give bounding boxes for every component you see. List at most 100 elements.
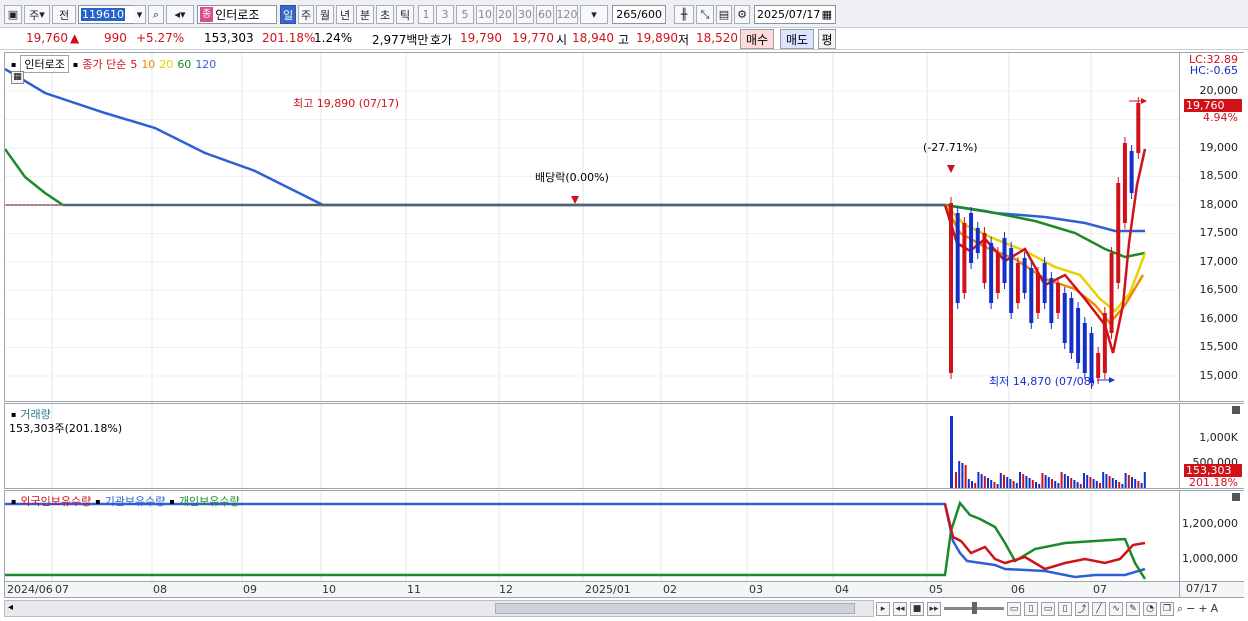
copy-icon[interactable]: ❐ xyxy=(1160,601,1174,616)
zoom-slider-handle[interactable] xyxy=(972,602,977,614)
save-icon[interactable]: ▤ xyxy=(716,5,732,24)
holding-chart-panel[interactable]: ▪ 외국인보유수량 ▪ 기관보유수량 ▪ 개인보유수량 xyxy=(4,490,1180,582)
stop-icon[interactable]: ■ xyxy=(910,601,924,616)
volume-chart-canvas[interactable] xyxy=(5,404,1179,488)
zoom-in-icon[interactable]: + xyxy=(1198,602,1207,615)
date-tick: 2025/01 xyxy=(585,583,631,596)
drawing-icon[interactable]: ⤡ xyxy=(696,5,714,24)
y-tick: 16,000 xyxy=(1199,312,1239,325)
legend-marker-icon: ▪ xyxy=(11,409,17,419)
price-axis[interactable]: LC:32.89 HC:-0.65 20,000 19,000 18,500 1… xyxy=(1180,52,1244,402)
font-icon[interactable]: A xyxy=(1211,602,1219,615)
interval-60[interactable]: 60 xyxy=(536,5,554,24)
rewind-icon[interactable]: ◂◂ xyxy=(893,601,907,616)
curve-icon[interactable]: ∿ xyxy=(1109,601,1123,616)
prev-select[interactable]: 전 xyxy=(52,5,76,24)
scrollbar-thumb[interactable] xyxy=(495,603,855,614)
volume-bar xyxy=(1006,477,1009,488)
legend-individual[interactable]: 개인보유수량 xyxy=(179,493,240,509)
period-minute[interactable]: 분 xyxy=(356,5,374,24)
volume-bar xyxy=(1038,484,1041,488)
zoom-slider[interactable] xyxy=(944,602,1004,614)
stock-name-box[interactable]: 종 인터로조 xyxy=(197,5,277,24)
y-tick: 19,000 xyxy=(1199,141,1239,154)
layout2-icon[interactable]: ▯ xyxy=(1024,601,1038,616)
price-chart-panel[interactable]: ▪ 인터로조 ▪ 종가 단순 5 10 20 60 120 ▦ 최고 19,89… xyxy=(4,52,1180,402)
period-week[interactable]: 주 xyxy=(298,5,314,24)
chart-scrollbar[interactable]: ◂ xyxy=(4,600,874,617)
interval-120[interactable]: 120 xyxy=(556,5,578,24)
sound-icon[interactable]: ◂▾ xyxy=(166,5,194,24)
layout-icon[interactable]: ▣ xyxy=(4,5,22,24)
legend-stock-name[interactable]: 인터로조 xyxy=(20,55,69,73)
trend-icon[interactable]: ⤴ xyxy=(1075,601,1089,616)
sell-label: 매도 xyxy=(785,32,809,47)
legend-ma20[interactable]: 20 xyxy=(159,58,173,71)
layout3-icon[interactable]: ▭ xyxy=(1041,601,1055,616)
count-input[interactable]: 265/600 xyxy=(612,5,666,24)
magnifier-icon[interactable]: ⌕ xyxy=(1177,602,1183,616)
fast-forward-icon[interactable]: ▸▸ xyxy=(927,601,941,616)
period-month[interactable]: 월 xyxy=(316,5,334,24)
date-input[interactable]: 2025/07/17 ▦ xyxy=(754,5,836,24)
gear-icon[interactable]: ⚙ xyxy=(734,5,750,24)
candle-type-icon[interactable]: ╫ xyxy=(674,5,694,24)
volume-bar xyxy=(1124,473,1127,488)
trade-amount: 2,977백만 xyxy=(372,33,429,47)
line-icon[interactable]: ╱ xyxy=(1092,601,1106,616)
period-tick[interactable]: 틱 xyxy=(396,5,414,24)
interval-5[interactable]: 5 xyxy=(456,5,474,24)
zoom-out-icon[interactable]: − xyxy=(1186,602,1195,615)
period-day[interactable]: 일 xyxy=(280,5,296,24)
volume-bar xyxy=(1041,473,1044,488)
volume-bar xyxy=(1044,475,1047,488)
interval-dropdown[interactable]: ▾ xyxy=(580,5,608,24)
candle-body xyxy=(1029,268,1034,323)
period-year[interactable]: 년 xyxy=(336,5,354,24)
layout1-icon[interactable]: ▭ xyxy=(1007,601,1021,616)
volume-bar xyxy=(1121,484,1124,488)
interval-3[interactable]: 3 xyxy=(436,5,454,24)
date-tick: 10 xyxy=(322,583,336,596)
legend-institution[interactable]: 기관보유수량 xyxy=(105,493,166,509)
code-dropdown-icon[interactable]: ▾ xyxy=(134,5,146,24)
volume-ratio: 201.18% xyxy=(262,31,316,45)
legend-ma120[interactable]: 120 xyxy=(195,58,216,71)
legend-ma5[interactable]: 5 xyxy=(130,58,137,71)
legend-ma60[interactable]: 60 xyxy=(177,58,191,71)
panel-close-icon[interactable] xyxy=(1232,493,1240,501)
period-week-label: 주 xyxy=(300,8,312,22)
interval-120-label: 120 xyxy=(556,8,578,21)
price-chart-canvas[interactable] xyxy=(5,53,1179,401)
candle-body xyxy=(1082,323,1087,373)
interval-1[interactable]: 1 xyxy=(418,5,434,24)
candle-body xyxy=(962,223,967,293)
interval-10[interactable]: 10 xyxy=(476,5,494,24)
shape-icon[interactable]: ◔ xyxy=(1143,601,1157,616)
play-icon[interactable]: ▸ xyxy=(876,601,890,616)
table-icon[interactable]: ▦ xyxy=(11,71,24,84)
pen-icon[interactable]: ✎ xyxy=(1126,601,1140,616)
legend-foreign[interactable]: 외국인보유수량 xyxy=(20,493,91,509)
legend-ma10[interactable]: 10 xyxy=(141,58,155,71)
legend-series-label[interactable]: 종가 단순 xyxy=(82,56,126,72)
interval-5-label: 5 xyxy=(461,8,469,21)
interval-30[interactable]: 30 xyxy=(516,5,534,24)
volume-axis[interactable]: 1,000K 500,000 153,303 201.18% xyxy=(1180,403,1244,489)
search-icon[interactable]: ⌕ xyxy=(148,5,164,24)
eval-button[interactable]: 평 xyxy=(818,29,836,49)
period-second[interactable]: 초 xyxy=(376,5,394,24)
y-tick: 15,500 xyxy=(1199,340,1239,353)
buy-button[interactable]: 매수 xyxy=(740,29,774,49)
price-change: 990 xyxy=(104,31,127,45)
interval-20[interactable]: 20 xyxy=(496,5,514,24)
calendar-icon[interactable]: ▦ xyxy=(822,8,832,21)
holding-axis[interactable]: 1,200,000 1,000,000 xyxy=(1180,490,1244,582)
market-select[interactable]: 주 ▾ xyxy=(24,5,50,24)
sell-button[interactable]: 매도 xyxy=(780,29,814,49)
panel-close-icon[interactable] xyxy=(1232,406,1240,414)
bid-price: 19,770 xyxy=(512,31,554,45)
layout4-icon[interactable]: ▯ xyxy=(1058,601,1072,616)
volume-chart-panel[interactable]: ▪ 거래량 153,303주(201.18%) xyxy=(4,403,1180,489)
scroll-left-icon[interactable]: ◂ xyxy=(8,602,13,613)
